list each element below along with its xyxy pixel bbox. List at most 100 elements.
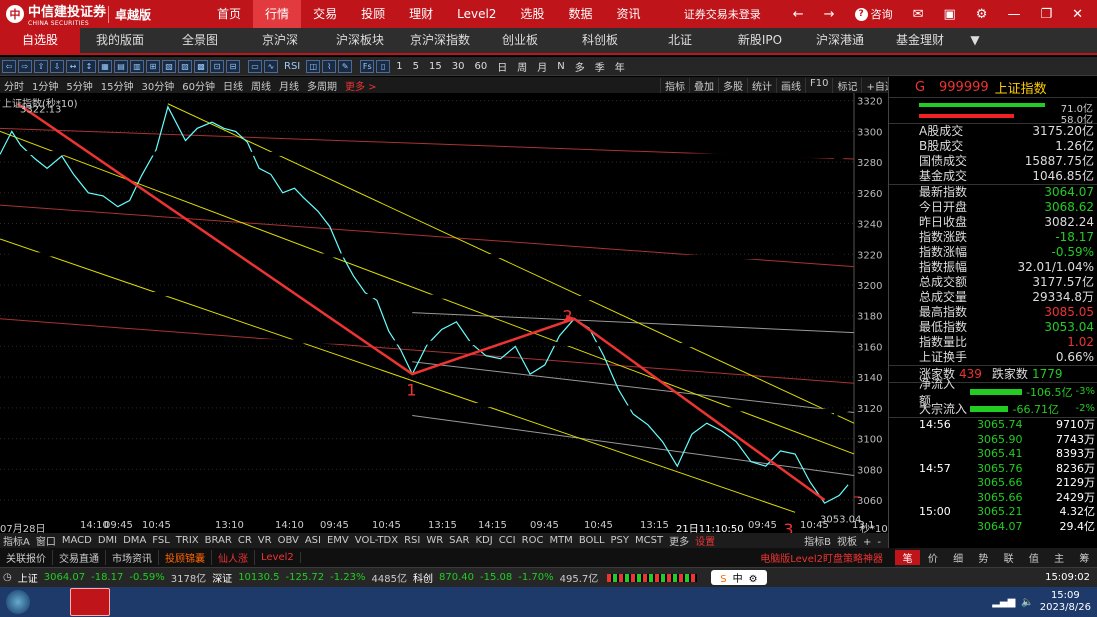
settings-icon[interactable]: ⚙ [976,7,988,22]
period-quick-9[interactable]: 多 [571,59,589,74]
tool-icon-1[interactable]: ⇨ [18,59,32,73]
indicator-5[interactable]: FSL [149,535,173,546]
detail-tab-4[interactable]: 联 [996,550,1021,565]
tool-icon-2[interactable]: ⇧ [34,59,48,73]
period-6[interactable]: 日线 [219,78,247,93]
period-9[interactable]: 多周期 [303,78,341,93]
indicator-24[interactable]: 更多 [666,533,692,548]
tool-icon-5[interactable]: ↕ [82,59,96,73]
indicator-16[interactable]: SAR [446,535,472,546]
minimize-icon[interactable]: — [1007,7,1020,22]
tab-8[interactable]: 北证 [640,28,720,53]
indicator-11[interactable]: ASI [302,535,324,546]
tool-period-1[interactable]: ▯ [376,59,391,73]
level2-ad[interactable]: 电脑版Level2盯盘策略神器 [754,550,889,565]
nav-7[interactable]: 数据 [556,0,604,28]
indicator-6[interactable]: TRIX [173,535,202,546]
taskbar-app-zhongxin[interactable] [70,588,110,616]
tool-mark-1[interactable]: ⌇ [322,59,337,73]
indicator-17[interactable]: KDJ [472,535,495,546]
period-quick-8[interactable]: N [553,61,568,72]
detail-tab-2[interactable]: 细 [946,550,971,565]
tool-icon-4[interactable]: ↔ [66,59,80,73]
tool-draw-0[interactable]: ▭ [248,59,262,73]
period-quick-2[interactable]: 15 [425,61,446,72]
chart-tool-1[interactable]: 叠加 [689,77,718,93]
bottom-tab-5[interactable]: Level2 [255,552,301,563]
period-0[interactable]: 分时 [0,78,28,93]
indicator-15[interactable]: WR [423,535,446,546]
back-arrow-icon[interactable]: ← [793,7,804,22]
tool-icon-13[interactable]: ⊡ [210,59,224,73]
detail-tab-0[interactable]: 笔 [895,550,921,565]
start-button[interactable] [0,587,36,617]
indicator-7[interactable]: BRAR [202,535,235,546]
period-quick-11[interactable]: 年 [611,59,629,74]
period-more[interactable]: 更多 > [341,78,381,93]
tool-draw-1[interactable]: ∿ [264,59,278,73]
indicator-right-0[interactable]: 指标B [801,537,834,548]
chart-tool-4[interactable]: 画线 [776,77,805,93]
tool-icon-3[interactable]: ⇩ [50,59,64,73]
indicator-23[interactable]: MCST [632,535,666,546]
tool-icon-6[interactable]: ▦ [98,59,112,73]
indicator-22[interactable]: PSY [608,535,633,546]
indicator-12[interactable]: EMV [324,535,352,546]
period-3[interactable]: 15分钟 [97,78,138,93]
detail-tab-5[interactable]: 值 [1021,550,1046,565]
tab-5[interactable]: 京沪深指数 [400,28,480,53]
clock[interactable]: 15:09 2023/8/26 [1040,590,1091,614]
period-quick-10[interactable]: 季 [591,59,609,74]
tab-11[interactable]: 基金理财 [880,28,960,53]
bottom-tab-2[interactable]: 市场资讯 [106,550,159,565]
chart-tool-5[interactable]: F10 [805,77,832,93]
nav-1[interactable]: 行情 [253,0,302,28]
period-8[interactable]: 月线 [275,78,303,93]
period-quick-1[interactable]: 5 [409,61,423,72]
tab-9[interactable]: 新股IPO [720,28,800,53]
period-quick-5[interactable]: 日 [493,59,511,74]
period-quick-4[interactable]: 60 [470,61,491,72]
indicator-8[interactable]: CR [235,535,255,546]
tabs-dropdown-icon[interactable]: ▼ [960,28,990,53]
nav-3[interactable]: 投顾 [349,0,397,28]
detail-tab-6[interactable]: 主 [1047,550,1072,565]
chart-tool-6[interactable]: 标记 [832,77,861,93]
tool-period-0[interactable]: Fs [360,59,375,73]
tool-icon-0[interactable]: ⇦ [2,59,16,73]
indicator-18[interactable]: CCI [496,535,519,546]
period-4[interactable]: 30分钟 [137,78,178,93]
ime-indicator[interactable]: S 中 ⚙ [711,570,767,585]
indicator-9[interactable]: VR [255,535,275,546]
chart-tool-0[interactable]: 指标 [660,77,689,93]
skin-icon[interactable]: ▣ [943,7,955,22]
detail-tab-3[interactable]: 势 [971,550,996,565]
tab-6[interactable]: 创业板 [480,28,560,53]
indicator-2[interactable]: MACD [59,535,95,546]
chart-tool-3[interactable]: 统计 [747,77,776,93]
detail-tab-7[interactable]: 筹 [1072,550,1097,565]
period-7[interactable]: 周线 [247,78,275,93]
indicator-20[interactable]: MTM [546,535,575,546]
indicator-3[interactable]: DMI [95,535,120,546]
period-1[interactable]: 1分钟 [28,78,62,93]
bottom-tab-1[interactable]: 交易直通 [53,550,106,565]
nav-0[interactable]: 首页 [205,0,253,28]
nav-2[interactable]: 交易 [301,0,349,28]
indicator-10[interactable]: OBV [275,535,302,546]
indicator-right-2[interactable]: + [860,537,874,548]
restore-icon[interactable]: ❐ [1040,7,1052,22]
ask-button[interactable]: ? 咨询 [854,6,893,22]
tool-mark-2[interactable]: ✎ [338,59,353,73]
tab-7[interactable]: 科创板 [560,28,640,53]
indicator-14[interactable]: RSI [401,535,423,546]
period-5[interactable]: 60分钟 [178,78,219,93]
tab-10[interactable]: 沪深港通 [800,28,880,53]
login-status[interactable]: 证券交易未登录 [684,6,761,22]
volume-icon[interactable]: 🔈 [1021,597,1033,608]
indicator-right-1[interactable]: 视板 [834,537,860,548]
chart-tool-2[interactable]: 多股 [718,77,747,93]
tool-icon-9[interactable]: ⊞ [146,59,160,73]
tab-2[interactable]: 全景图 [160,28,240,53]
period-quick-3[interactable]: 30 [448,61,469,72]
